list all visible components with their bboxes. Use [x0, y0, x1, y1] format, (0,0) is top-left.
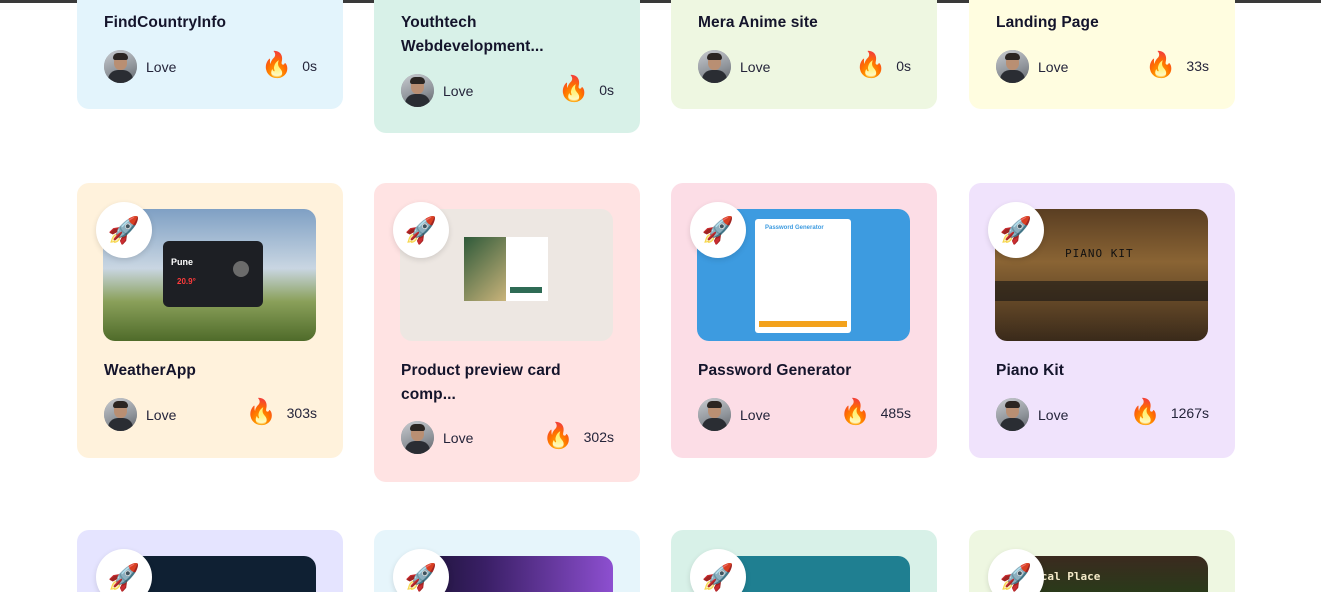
weather-city: Pune	[171, 257, 194, 267]
project-card[interactable]: 🚀 Pune 20.9° WeatherApp Love 🔥 303s	[77, 183, 343, 458]
rocket-icon: 🚀	[690, 202, 746, 258]
like-count: 485s	[880, 404, 911, 421]
project-title[interactable]: FindCountryInfo	[104, 11, 319, 35]
likes[interactable]: 🔥 303s	[246, 400, 318, 425]
like-count: 33s	[1186, 57, 1209, 74]
author-name: Love	[443, 82, 474, 99]
avatar	[401, 421, 434, 454]
likes[interactable]: 🔥 0s	[855, 53, 911, 78]
project-title[interactable]: Mera Anime site	[698, 11, 913, 35]
weather-icon	[233, 261, 249, 277]
project-card[interactable]: 🚀	[374, 530, 640, 592]
likes[interactable]: 🔥 485s	[840, 400, 912, 425]
avatar	[698, 398, 731, 431]
password-modal: Password Generator	[755, 219, 851, 333]
project-title[interactable]: Youthtech Webdevelopment...	[401, 11, 616, 59]
author[interactable]: Love	[104, 50, 176, 83]
avatar	[996, 398, 1029, 431]
likes[interactable]: 🔥 0s	[261, 53, 317, 78]
piano-keys	[995, 281, 1208, 301]
like-count: 0s	[599, 81, 614, 98]
likes[interactable]: 🔥 33s	[1145, 53, 1209, 78]
author[interactable]: Love	[698, 50, 770, 83]
project-card[interactable]: Mera Anime site Love 🔥 0s	[671, 0, 937, 109]
add-to-cart-button	[510, 287, 542, 293]
fire-icon: 🔥	[1129, 398, 1161, 426]
author[interactable]: Love	[698, 398, 770, 431]
avatar	[104, 50, 137, 83]
project-card[interactable]: 🚀 Password Generator Password Generator …	[671, 183, 937, 458]
fire-icon: 🔥	[839, 398, 871, 426]
generate-button	[759, 321, 847, 327]
weather-temp: 20.9°	[177, 277, 196, 286]
piano-label: PIANO KIT	[1065, 247, 1134, 260]
perfume-image	[464, 237, 506, 301]
password-header: Password Generator	[765, 225, 824, 231]
project-title[interactable]: Product preview card comp...	[401, 359, 616, 407]
weather-panel: Pune 20.9°	[163, 241, 263, 307]
author[interactable]: Love	[996, 50, 1068, 83]
author-name: Love	[740, 406, 771, 423]
project-card[interactable]: 🚀	[77, 530, 343, 592]
likes[interactable]: 🔥 0s	[558, 77, 614, 102]
like-count: 0s	[896, 57, 911, 74]
rocket-icon: 🚀	[393, 202, 449, 258]
likes[interactable]: 🔥 302s	[543, 424, 615, 449]
project-card[interactable]: Youthtech Webdevelopment... Love 🔥 0s	[374, 0, 640, 133]
avatar	[401, 74, 434, 107]
project-title[interactable]: Piano Kit	[996, 359, 1211, 383]
author-name: Love	[146, 58, 177, 75]
likes[interactable]: 🔥 1267s	[1130, 400, 1209, 425]
fire-icon: 🔥	[261, 51, 293, 79]
author-name: Love	[740, 58, 771, 75]
like-count: 0s	[302, 57, 317, 74]
project-card[interactable]: 🚀 -Mystical Place	[969, 530, 1235, 592]
like-count: 302s	[583, 428, 614, 445]
product-card-preview	[464, 237, 548, 301]
rocket-icon: 🚀	[988, 202, 1044, 258]
project-card[interactable]: 🚀 Product preview card comp... Love 🔥 30…	[374, 183, 640, 482]
author[interactable]: Love	[401, 421, 473, 454]
project-card[interactable]: Landing Page Love 🔥 33s	[969, 0, 1235, 109]
project-card[interactable]: 🚀	[671, 530, 937, 592]
author-name: Love	[1038, 406, 1069, 423]
project-title[interactable]: WeatherApp	[104, 359, 319, 383]
author[interactable]: Love	[104, 398, 176, 431]
avatar	[104, 398, 137, 431]
author-name: Love	[443, 429, 474, 446]
author-name: Love	[146, 406, 177, 423]
fire-icon: 🔥	[558, 75, 590, 103]
rocket-icon: 🚀	[96, 202, 152, 258]
avatar	[996, 50, 1029, 83]
avatar	[698, 50, 731, 83]
author[interactable]: Love	[996, 398, 1068, 431]
fire-icon: 🔥	[1145, 51, 1177, 79]
fire-icon: 🔥	[855, 51, 887, 79]
project-card[interactable]: 🚀 PIANO KIT Piano Kit Love 🔥 1267s	[969, 183, 1235, 458]
author-name: Love	[1038, 58, 1069, 75]
project-title[interactable]: Landing Page	[996, 11, 1211, 35]
like-count: 1267s	[1170, 404, 1209, 421]
fire-icon: 🔥	[245, 398, 277, 426]
project-title[interactable]: Password Generator	[698, 359, 913, 383]
like-count: 303s	[286, 404, 317, 421]
author[interactable]: Love	[401, 74, 473, 107]
fire-icon: 🔥	[542, 422, 574, 450]
project-card[interactable]: FindCountryInfo Love 🔥 0s	[77, 0, 343, 109]
